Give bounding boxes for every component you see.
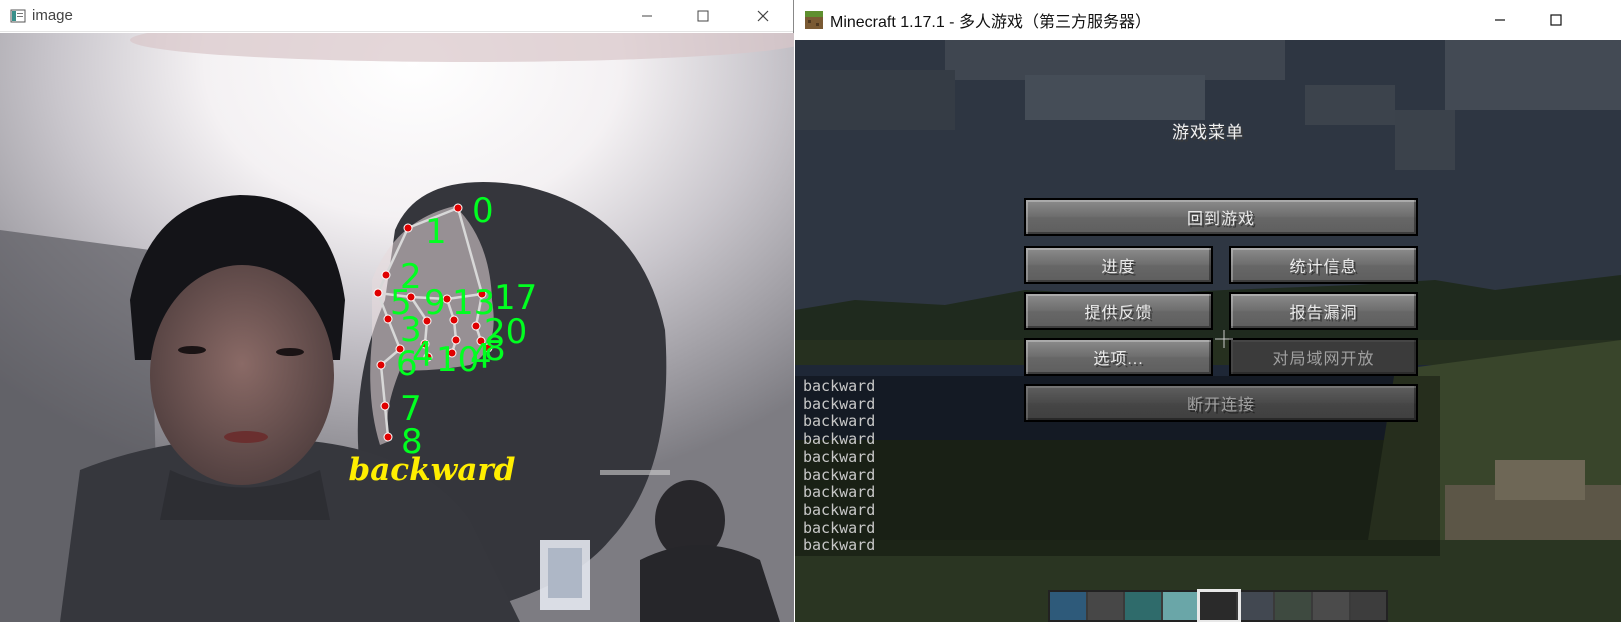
- hotbar-slot[interactable]: [1087, 592, 1126, 620]
- minecraft-app-icon: [805, 11, 823, 29]
- camera-window: image 0 1 2 5 9 13 17 3 20 6 4 10 4 8 7 …: [0, 0, 794, 622]
- minimize-icon: [1495, 19, 1505, 21]
- keypoint-index-label: 9: [424, 283, 446, 323]
- give-feedback-button[interactable]: 提供反馈: [1024, 292, 1213, 330]
- hand-keypoint: [471, 321, 481, 331]
- minimize-button[interactable]: [624, 0, 670, 32]
- chat-line: backward: [803, 394, 876, 413]
- hotbar-slot[interactable]: [1275, 592, 1313, 620]
- chat-line: backward: [803, 536, 876, 555]
- keypoint-index-label: 4: [412, 335, 434, 375]
- back-to-game-button[interactable]: 回到游戏: [1024, 198, 1418, 236]
- chat-line: backward: [803, 377, 876, 395]
- report-bugs-button[interactable]: 报告漏洞: [1229, 292, 1418, 330]
- advancements-button[interactable]: 进度: [1024, 246, 1213, 284]
- crosshair: [1215, 330, 1233, 348]
- keypoint-index-label: 8: [484, 329, 506, 369]
- hotbar-slot[interactable]: [1197, 589, 1241, 622]
- hotbar-slot[interactable]: [1312, 592, 1351, 620]
- hand-keypoint: [383, 432, 393, 442]
- chat-log: backward backward backward backward backward…: [795, 376, 1440, 556]
- hotbar-slot[interactable]: [1050, 592, 1088, 620]
- hand-keypoint: [381, 270, 391, 280]
- keypoint-index-label: 1: [425, 212, 447, 252]
- minecraft-window-titlebar[interactable]: Minecraft 1.17.1 - 多人游戏（第三方服务器）: [795, 0, 1621, 40]
- camera-window-titlebar[interactable]: image: [0, 0, 793, 32]
- hand-keypoint: [403, 223, 413, 233]
- chat-line: backward: [803, 483, 876, 502]
- hand-keypoint: [373, 288, 383, 298]
- options-button[interactable]: 选项...: [1024, 338, 1213, 376]
- camera-frame-image: 0125 9 13173 2064 104878 backward: [0, 33, 794, 622]
- open-to-lan-button: 对局域网开放: [1229, 338, 1418, 376]
- chat-line: backward: [803, 412, 876, 431]
- chat-line: backward: [803, 430, 876, 449]
- gesture-label: backward: [349, 452, 516, 488]
- maximize-icon: [1550, 14, 1562, 26]
- camera-window-title: image: [32, 7, 73, 24]
- minecraft-window: Minecraft 1.17.1 - 多人游戏（第三方服务器） 游戏菜单 回到游…: [795, 0, 1621, 622]
- statistics-button[interactable]: 统计信息: [1229, 246, 1418, 284]
- hotbar-slot[interactable]: [1350, 592, 1387, 620]
- chat-line: backward: [803, 447, 876, 466]
- maximize-icon: [697, 10, 709, 22]
- maximize-button[interactable]: [680, 0, 726, 32]
- minecraft-window-title: Minecraft 1.17.1 - 多人游戏（第三方服务器）: [830, 14, 1151, 31]
- keypoint-index-label: 0: [472, 191, 494, 231]
- camera-feed: 0 1 2 5 9 13 17 3 20 6 4 10 4 8 7 8 backward: [0, 33, 794, 622]
- close-button[interactable]: [740, 0, 786, 32]
- hand-keypoint: [380, 401, 390, 411]
- hotbar-slot[interactable]: [1237, 592, 1276, 620]
- hotbar: [1048, 589, 1388, 622]
- hotbar-slot[interactable]: [1162, 592, 1201, 620]
- game-menu-title: 游戏菜单: [1172, 123, 1244, 142]
- hand-keypoint: [453, 203, 463, 213]
- minimize-icon: [642, 15, 652, 17]
- hotbar-slot[interactable]: [1125, 592, 1163, 620]
- chat-line: backward: [803, 500, 876, 519]
- mc-minimize-button[interactable]: [1477, 0, 1523, 40]
- hand-keypoint: [376, 360, 386, 370]
- chat-line: backward: [803, 518, 876, 537]
- window-app-icon: [10, 9, 26, 22]
- close-icon: [757, 10, 769, 22]
- mc-maximize-button[interactable]: [1533, 0, 1579, 40]
- chat-line: backward: [803, 465, 876, 484]
- minecraft-game-view: 游戏菜单 回到游戏 进度 统计信息 提供反馈 报告漏洞 选项... 对局域网开放…: [795, 40, 1621, 622]
